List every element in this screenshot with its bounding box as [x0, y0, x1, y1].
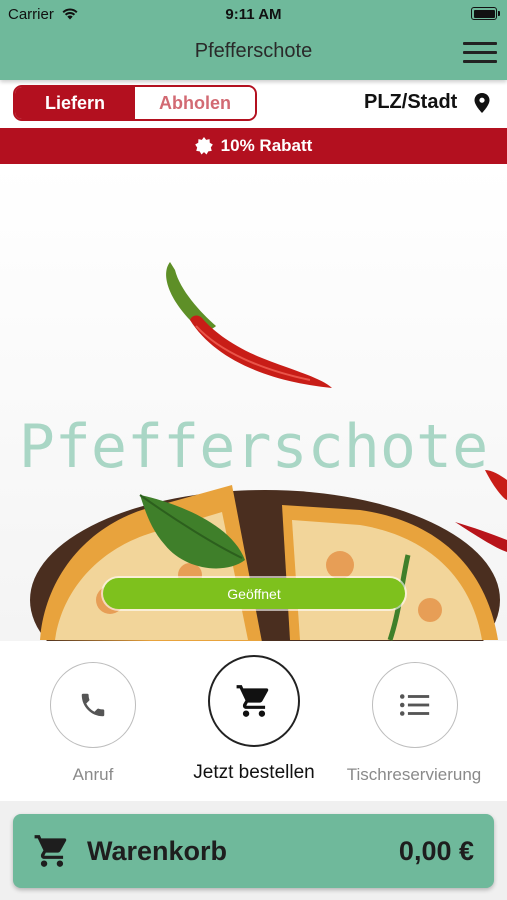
- page-title: Pfefferschote: [194, 40, 313, 62]
- cart-total: 0,00 €: [398, 836, 474, 866]
- cart-icon: [236, 685, 269, 717]
- status-time: 9:11 AM: [225, 6, 282, 23]
- cart-button[interactable]: Warenkorb 0,00 €: [13, 814, 494, 888]
- pickup-tab[interactable]: Abholen: [135, 87, 255, 119]
- discount-label: 10% Rabatt: [220, 136, 313, 155]
- location-pin-icon[interactable]: [474, 93, 490, 113]
- hero-image: [0, 164, 507, 641]
- call-label: Anruf: [72, 765, 114, 784]
- order-now-label: Jetzt bestellen: [193, 762, 315, 783]
- hero-brand-text: Pfefferschote: [18, 412, 489, 482]
- location-selector[interactable]: PLZ/Stadt: [364, 91, 457, 114]
- badge-icon: [194, 137, 213, 155]
- call-button[interactable]: [50, 662, 136, 748]
- table-reservation-label: Tischreservierung: [346, 765, 482, 784]
- deliver-tab[interactable]: Liefern: [15, 87, 135, 119]
- cart-icon: [34, 835, 67, 867]
- food-illustration: [30, 262, 507, 641]
- hamburger-menu-icon[interactable]: [463, 40, 497, 64]
- order-mode-toggle: Liefern Abholen: [13, 85, 257, 121]
- list-icon: [399, 694, 430, 716]
- open-status-badge: Geöffnet: [103, 578, 405, 609]
- battery-icon: [471, 7, 500, 20]
- phone-icon: [81, 693, 105, 717]
- cart-label: Warenkorb: [87, 836, 228, 866]
- order-now-button[interactable]: [208, 655, 300, 747]
- discount-banner: 10% Rabatt: [0, 128, 507, 164]
- table-reservation-button[interactable]: [372, 662, 458, 748]
